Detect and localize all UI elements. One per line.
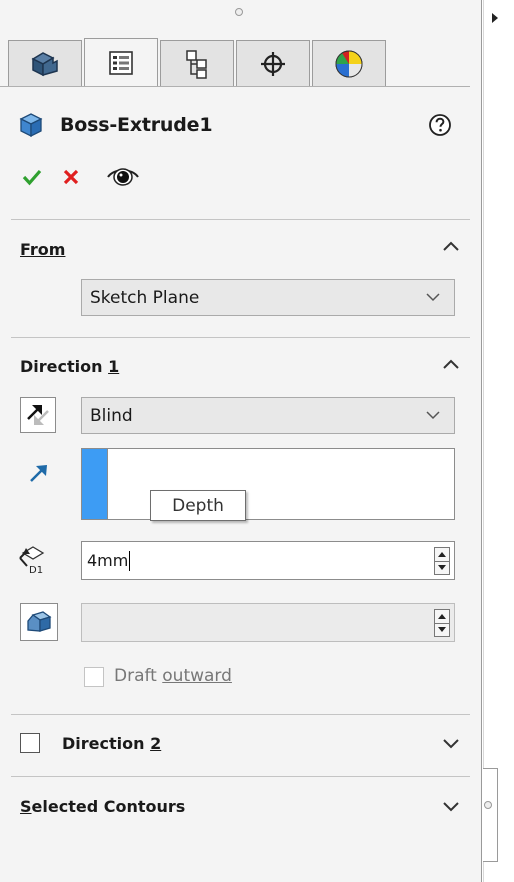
tab-displaymanager[interactable]	[312, 40, 386, 86]
direction-arrow-icon	[30, 465, 47, 482]
tab-dimxpertmanager[interactable]	[236, 40, 310, 86]
end-condition-select[interactable]: Blind	[81, 397, 455, 434]
direction2-title: Direction	[62, 734, 151, 753]
configuration-icon	[186, 49, 207, 79]
direction1-title: Direction	[20, 357, 109, 376]
panel-splitter[interactable]	[481, 0, 482, 882]
preview-button[interactable]	[106, 165, 140, 191]
spinner-down-icon[interactable]	[438, 627, 446, 632]
spinner-down-icon[interactable]	[438, 565, 446, 570]
chevron-down-icon[interactable]	[442, 800, 460, 812]
chevron-down-icon	[426, 292, 440, 301]
draft-outward-prefix: Draft	[114, 666, 163, 686]
appearance-ball-icon	[335, 50, 363, 77]
divider	[11, 776, 470, 777]
depth-spinner[interactable]	[434, 547, 450, 575]
checkmark-icon	[22, 169, 42, 186]
reverse-direction-icon	[27, 405, 49, 425]
feature-title-row: Boss-Extrude1	[18, 108, 213, 142]
tab-featuremanager-design-tree[interactable]	[8, 40, 82, 86]
selected-contours-title-first: S	[20, 797, 32, 816]
draft-angle-spinner[interactable]	[434, 609, 450, 637]
action-buttons	[22, 164, 140, 192]
depth-dimension-icon: D1	[19, 546, 45, 576]
direction2-section-header[interactable]: Direction 2	[62, 734, 161, 753]
direction-reference-listbox[interactable]	[81, 448, 455, 520]
tab-configurationmanager[interactable]	[160, 40, 234, 86]
from-condition-value: Sketch Plane	[90, 287, 200, 308]
chevron-up-icon[interactable]	[442, 240, 460, 252]
panel-grip-dot[interactable]	[235, 8, 243, 16]
draft-angle-input[interactable]	[81, 603, 455, 642]
svg-text:D1: D1	[29, 565, 43, 576]
help-button[interactable]	[428, 113, 452, 141]
feature-title: Boss-Extrude1	[60, 114, 213, 136]
divider	[11, 714, 470, 715]
direction2-title-number: 2	[150, 734, 162, 753]
divider	[11, 219, 470, 220]
from-section-header[interactable]: From	[20, 240, 65, 259]
draft-outward-suffix: outward	[162, 666, 232, 686]
flyout-expand-icon[interactable]	[492, 13, 498, 23]
spinner-up-icon[interactable]	[438, 552, 446, 557]
tab-propertymanager[interactable]	[84, 38, 158, 86]
depth-tooltip: Depth	[150, 490, 246, 521]
property-manager-panel: Boss-Extrude1 From Sketch Plane Directio…	[0, 0, 470, 882]
direction1-section-header[interactable]: Direction 1	[20, 357, 119, 376]
panel-splitter-shadow	[483, 0, 484, 882]
tab-baseline	[0, 86, 470, 87]
help-circle-icon	[429, 114, 451, 136]
property-list-icon	[109, 50, 133, 75]
x-icon	[63, 169, 79, 185]
chevron-up-icon[interactable]	[442, 358, 460, 370]
from-section-title: From	[20, 240, 66, 259]
selection-highlight-bar	[82, 449, 107, 519]
draft-icon	[27, 611, 52, 632]
collapse-handle[interactable]	[483, 768, 498, 862]
spinner-divider	[435, 623, 449, 624]
spinner-divider	[435, 561, 449, 562]
depth-input[interactable]: 4mm	[81, 541, 455, 580]
graphics-area-edge	[482, 0, 514, 882]
depth-value: 4mm	[87, 551, 129, 570]
crosshair-icon	[261, 51, 285, 76]
spinner-up-icon[interactable]	[438, 614, 446, 619]
divider	[11, 337, 470, 338]
collapse-grip-dot[interactable]	[484, 801, 492, 809]
ok-button[interactable]	[22, 164, 62, 192]
direction2-checkbox[interactable]	[20, 733, 40, 753]
listbox-divider	[107, 449, 108, 519]
eye-icon	[107, 168, 139, 186]
extrude-boss-icon	[19, 113, 43, 138]
reverse-direction-button[interactable]	[20, 397, 56, 433]
chevron-down-icon	[426, 410, 440, 419]
end-condition-value: Blind	[90, 405, 133, 426]
selected-contours-section-header[interactable]: Selected Contours	[20, 797, 185, 816]
draft-outward-label: Draft outward	[114, 666, 232, 686]
draft-toggle-button[interactable]	[20, 603, 58, 641]
selected-contours-title: elected Contours	[31, 797, 186, 816]
feature-tree-icon	[31, 51, 58, 76]
direction1-title-number: 1	[108, 357, 120, 376]
text-caret	[129, 550, 131, 571]
chevron-down-icon[interactable]	[442, 737, 460, 749]
from-condition-select[interactable]: Sketch Plane	[81, 279, 455, 316]
draft-outward-checkbox[interactable]	[84, 667, 104, 687]
cancel-button[interactable]	[62, 164, 106, 192]
